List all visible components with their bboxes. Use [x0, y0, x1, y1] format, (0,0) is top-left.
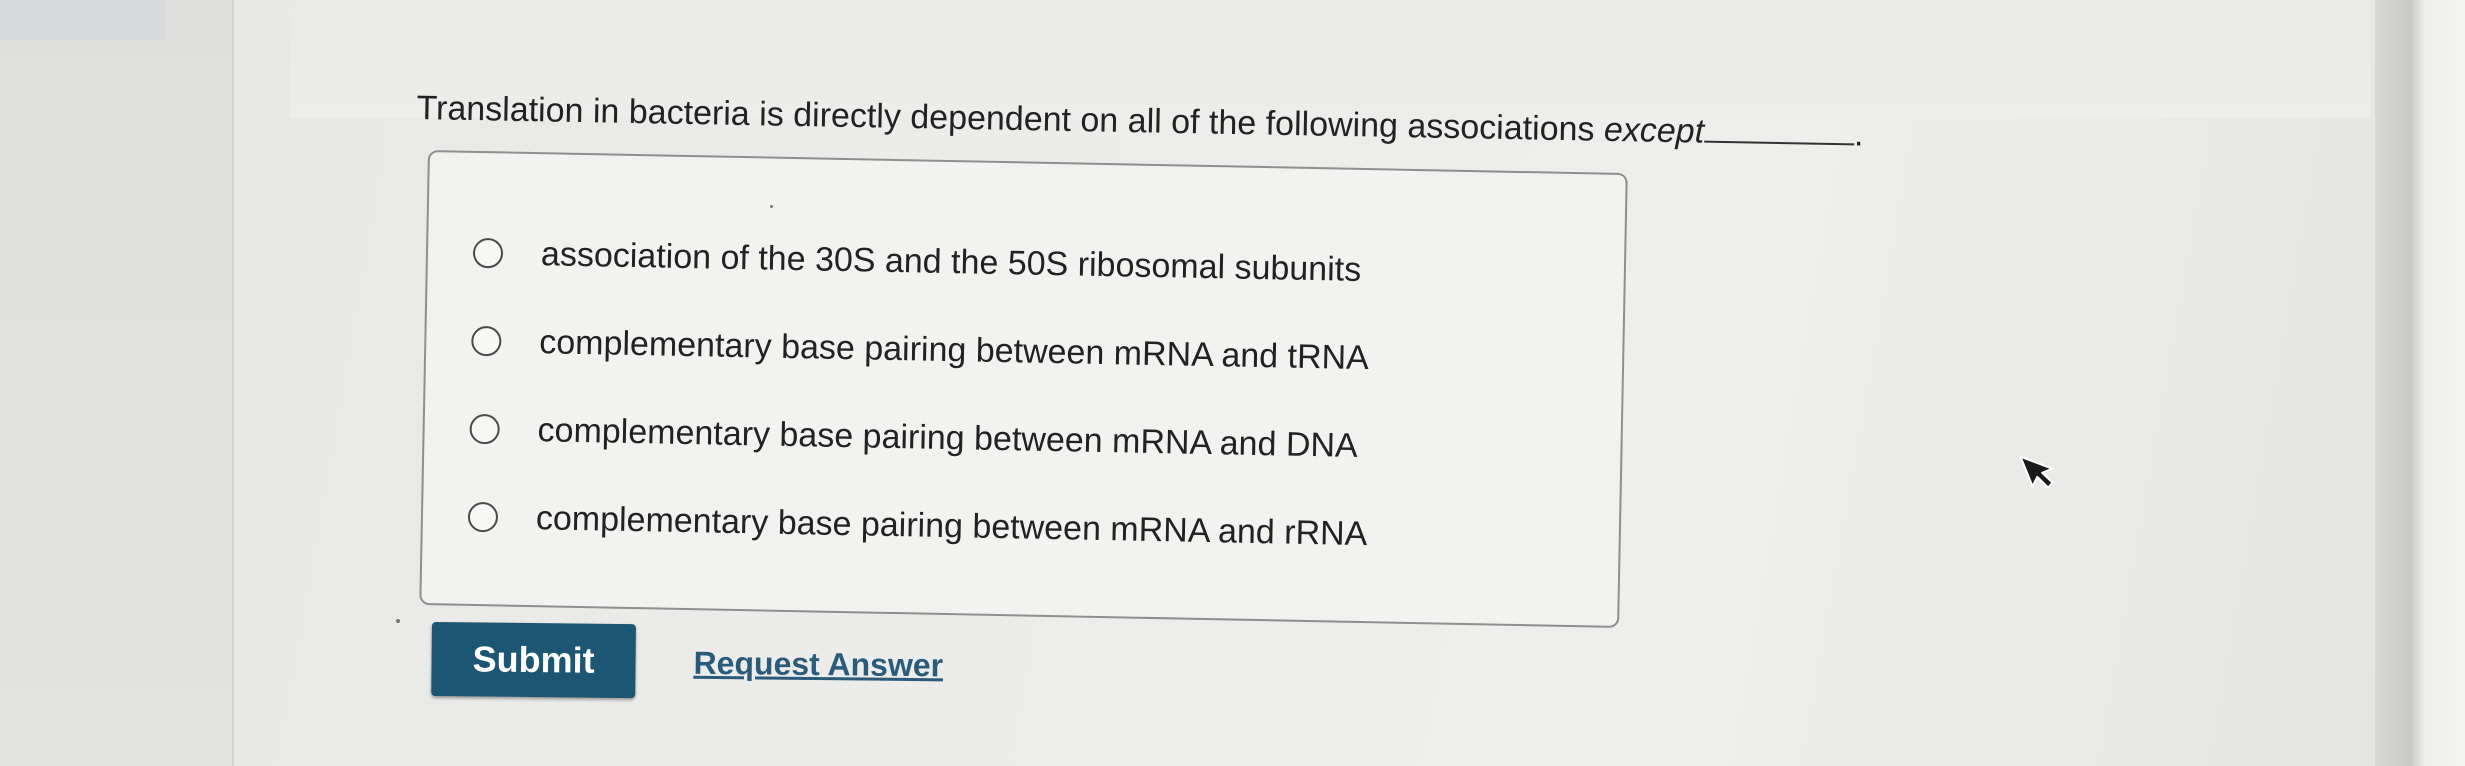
screen-speck	[770, 205, 773, 208]
question-emphasis: except	[1603, 110, 1705, 151]
radio-button-icon[interactable]	[472, 237, 504, 269]
question-text-end: .	[1853, 115, 1864, 154]
choice-label: complementary base pairing between mRNA …	[535, 498, 1368, 553]
radio-button-icon[interactable]	[467, 501, 499, 533]
screen-speck	[396, 619, 400, 623]
choice-label: association of the 30S and the 50S ribos…	[540, 234, 1362, 289]
question-text-main: Translation in bacteria is directly depe…	[416, 88, 1605, 149]
question-panel: Translation in bacteria is directly depe…	[0, 0, 2465, 766]
answer-choices-box: association of the 30S and the 50S ribos…	[419, 150, 1628, 628]
choice-option-4[interactable]: complementary base pairing between mRNA …	[467, 489, 1368, 562]
answer-blank	[1703, 110, 1855, 146]
choice-label: complementary base pairing between mRNA …	[537, 410, 1359, 465]
radio-button-icon[interactable]	[469, 413, 500, 445]
submit-button[interactable]: Submit	[431, 621, 636, 699]
question-prompt: Translation in bacteria is directly depe…	[416, 86, 2057, 160]
choice-label: complementary base pairing between mRNA …	[538, 322, 1370, 377]
radio-button-icon[interactable]	[471, 325, 502, 357]
action-bar: Submit Request Answer	[431, 620, 1032, 706]
mouse-pointer-icon	[2019, 455, 2054, 489]
choice-option-1[interactable]: association of the 30S and the 50S ribos…	[472, 225, 1362, 298]
choice-option-3[interactable]: complementary base pairing between mRNA …	[469, 401, 1358, 474]
choice-option-2[interactable]: complementary base pairing between mRNA …	[471, 313, 1370, 386]
request-answer-link[interactable]: Request Answer	[693, 645, 943, 685]
